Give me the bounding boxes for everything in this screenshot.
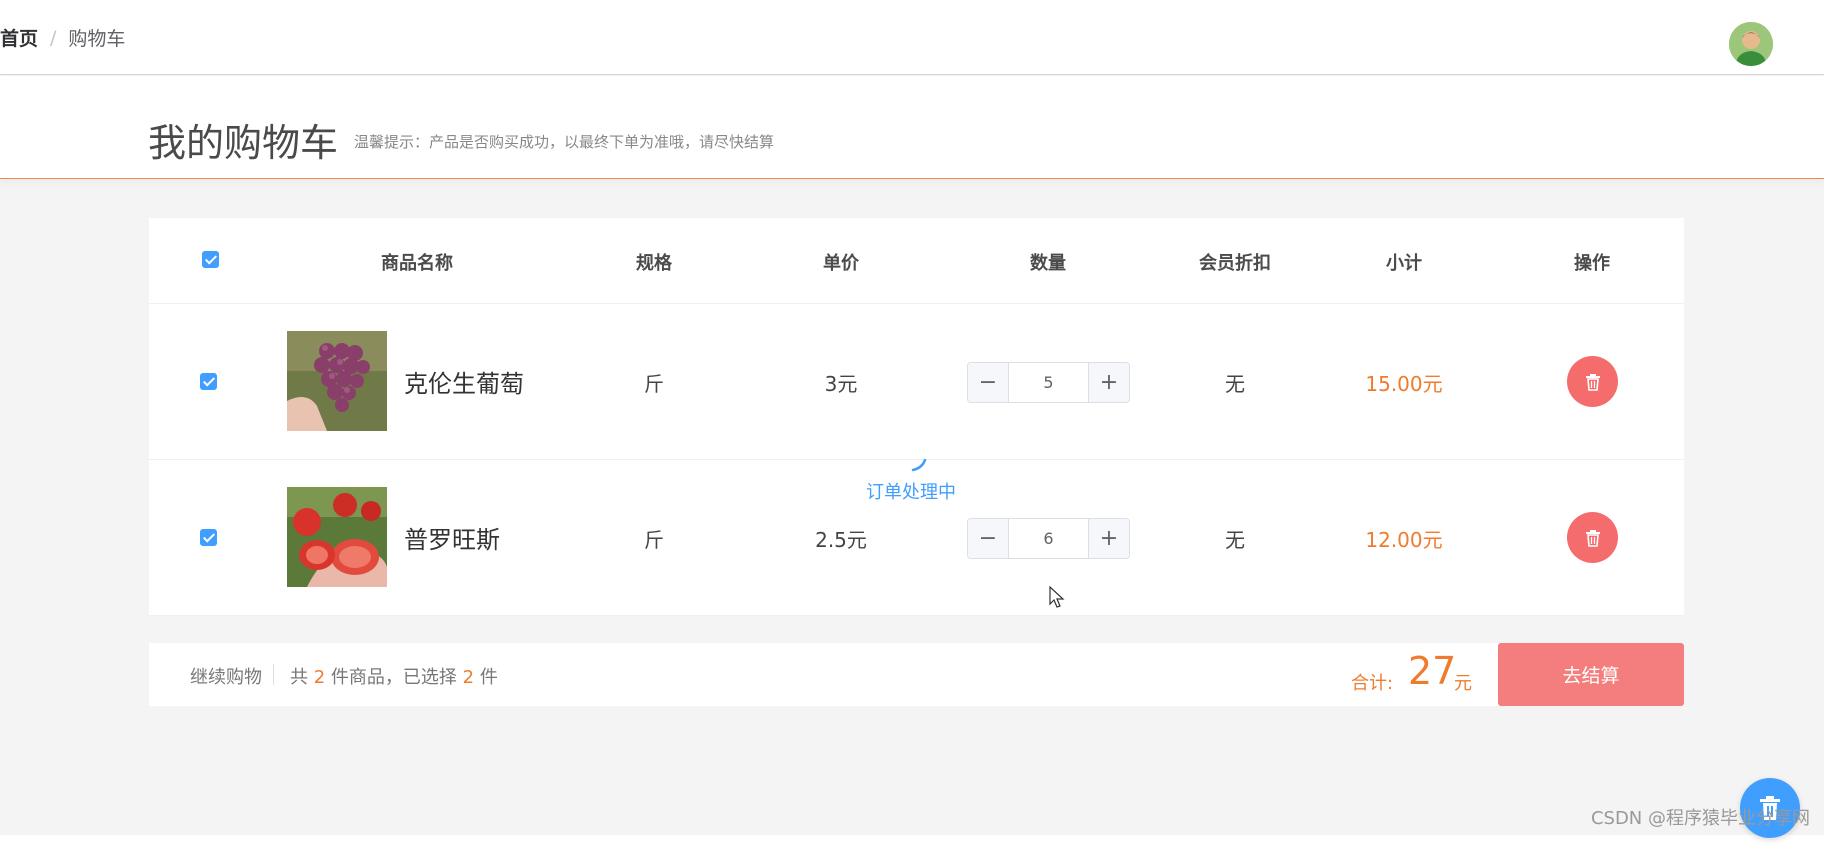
product-price: 3元 bbox=[824, 372, 858, 396]
decrease-quantity-button[interactable]: − bbox=[968, 363, 1009, 402]
footer-divider bbox=[273, 664, 274, 685]
column-header-discount: 会员折扣 bbox=[1199, 253, 1271, 274]
quantity-stepper: − 6 + bbox=[967, 518, 1130, 559]
quantity-input[interactable]: 5 bbox=[1009, 363, 1088, 402]
tomato-photo-icon bbox=[287, 487, 387, 587]
decrease-quantity-button[interactable]: − bbox=[968, 519, 1009, 558]
delete-button[interactable] bbox=[1567, 512, 1618, 563]
breadcrumb-home[interactable]: 首页 bbox=[0, 24, 38, 51]
product-price: 2.5元 bbox=[815, 528, 867, 552]
tip-text: 温馨提示：产品是否购买成功，以最终下单为准哦，请尽快结算 bbox=[354, 133, 775, 151]
quantity-input[interactable]: 6 bbox=[1009, 519, 1088, 558]
loading-spinner-icon bbox=[911, 458, 927, 472]
total-items-count: 2 bbox=[313, 667, 326, 688]
trash-icon bbox=[1585, 373, 1600, 391]
page-title: 我的购物车 bbox=[148, 121, 339, 165]
column-header-name: 商品名称 bbox=[381, 253, 453, 274]
row-checkbox[interactable] bbox=[200, 529, 217, 546]
grapes-photo-icon bbox=[287, 331, 387, 431]
row-subtotal: 15.00元 bbox=[1365, 372, 1443, 396]
watermark: CSDN @程序猿毕业分享网 bbox=[1590, 808, 1810, 829]
total-unit: 元 bbox=[1454, 673, 1472, 694]
member-discount: 无 bbox=[1225, 528, 1245, 552]
item-count-summary: 共 2 件商品，已选择 2 件 bbox=[290, 667, 498, 688]
breadcrumb: 首页 / 购物车 bbox=[0, 24, 125, 51]
column-header-price: 单价 bbox=[823, 253, 859, 274]
column-header-action: 操作 bbox=[1574, 253, 1610, 274]
cart-header: 我的购物车 温馨提示：产品是否购买成功，以最终下单为准哦，请尽快结算 bbox=[0, 76, 1824, 179]
selected-items-count: 2 bbox=[462, 667, 475, 688]
quantity-stepper: − 5 + bbox=[967, 362, 1130, 403]
cart-footer: 继续购物 共 2 件商品，已选择 2 件 合计: 27 元 去结算 bbox=[149, 643, 1684, 706]
column-header-subtotal: 小计 bbox=[1386, 253, 1422, 274]
column-header-quantity: 数量 bbox=[1030, 253, 1066, 274]
row-checkbox[interactable] bbox=[200, 373, 217, 390]
product-spec: 斤 bbox=[644, 528, 664, 552]
total-label: 合计: bbox=[1351, 673, 1394, 694]
product-spec: 斤 bbox=[644, 372, 664, 396]
increase-quantity-button[interactable]: + bbox=[1088, 519, 1129, 558]
breadcrumb-separator: / bbox=[50, 26, 57, 49]
checkout-button[interactable]: 去结算 bbox=[1498, 643, 1684, 706]
trash-icon bbox=[1585, 529, 1600, 547]
delete-button[interactable] bbox=[1567, 356, 1618, 407]
table-row: 克伦生葡萄 斤 3元 − 5 + 无 15.00元 bbox=[149, 304, 1684, 460]
top-bar: 首页 / 购物车 bbox=[0, 0, 1824, 75]
increase-quantity-button[interactable]: + bbox=[1088, 363, 1129, 402]
table-header: 商品名称 规格 单价 数量 会员折扣 小计 操作 bbox=[149, 218, 1684, 304]
page-bottom-strip bbox=[0, 835, 1824, 868]
select-all-checkbox[interactable] bbox=[202, 251, 219, 268]
total-price: 27 bbox=[1408, 649, 1457, 693]
member-discount: 无 bbox=[1225, 372, 1245, 396]
product-name: 普罗旺斯 bbox=[404, 526, 500, 554]
mouse-cursor-icon bbox=[1049, 586, 1065, 608]
loading-text: 订单处理中 bbox=[866, 482, 956, 503]
row-subtotal: 12.00元 bbox=[1365, 528, 1443, 552]
continue-shopping-link[interactable]: 继续购物 bbox=[190, 663, 262, 689]
column-header-spec: 规格 bbox=[636, 253, 672, 274]
avatar[interactable] bbox=[1729, 22, 1773, 66]
product-name: 克伦生葡萄 bbox=[404, 370, 524, 398]
cart-table: 商品名称 规格 单价 数量 会员折扣 小计 操作 克伦生葡萄 斤 3元 − 5 … bbox=[149, 218, 1684, 616]
breadcrumb-current: 购物车 bbox=[68, 28, 126, 50]
